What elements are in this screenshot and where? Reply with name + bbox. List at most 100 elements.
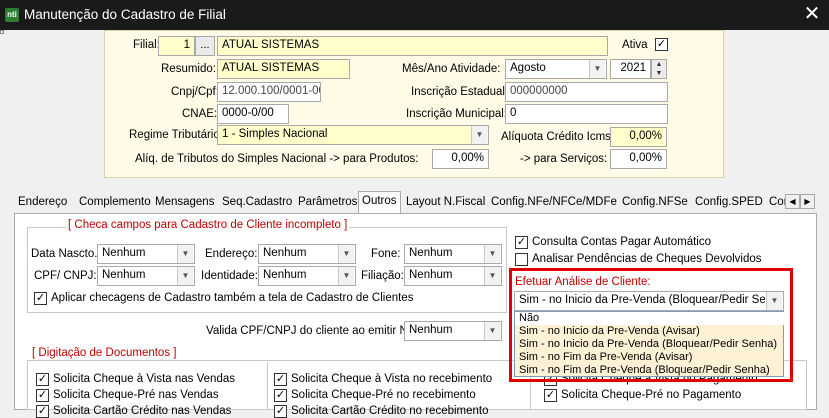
doc-option-label: Solicita Cartão Crédito nas Vendas [53, 405, 232, 417]
chevron-down-icon: ▼ [484, 267, 500, 285]
ativa-checkbox[interactable]: ✓ [655, 38, 668, 51]
doc-option-label: Solicita Cheque-Pré nas Vendas [53, 389, 219, 401]
close-icon[interactable]: ✕ [800, 3, 824, 27]
data-nascto-select[interactable]: Nenhum ▼ [97, 244, 195, 264]
aliquota-servicos-input[interactable]: 0,00% [610, 149, 667, 169]
doc-checkbox[interactable]: ✓ [36, 405, 49, 418]
filiacao-select[interactable]: Nenhum ▼ [404, 266, 502, 286]
data-nascto-value: Nenhum [102, 247, 146, 259]
spin-up-icon[interactable]: ▲ [652, 60, 666, 69]
doc-option-label: Solicita Cheque à Vista nas Vendas [53, 373, 235, 385]
ano-spinner[interactable]: ▲ ▼ [651, 59, 667, 79]
ativa-label: Ativa [622, 39, 648, 51]
tab-mensagens[interactable]: Mensagens [152, 193, 217, 213]
cnae-input[interactable]: 0000-0/00 [217, 104, 289, 124]
servicos-label: -> para Serviços: [520, 153, 608, 165]
digitacao-title: [ Digitação de Documentos ] [30, 347, 179, 359]
tab-outros[interactable]: Outros [358, 191, 401, 214]
tab-scroll-right-icon[interactable]: ▶ [800, 194, 815, 209]
analisar-pendencias-label: Analisar Pendências de Cheques Devolvido… [532, 253, 762, 265]
filial-code-input[interactable]: 1 [158, 36, 195, 56]
aliquota-tributos-label: Alíq. de Tributos do Simples Nacional ->… [135, 153, 419, 165]
inscricao-municipal-label: Inscrição Municipal: [406, 108, 507, 120]
filiacao-value: Nenhum [409, 269, 453, 281]
identidade-label: Identidade: [201, 270, 258, 282]
doc-checkbox[interactable]: ✓ [274, 389, 287, 402]
cnpj-label: Cnpj/Cpf: [171, 86, 219, 98]
aliquota-produtos-input[interactable]: 0,00% [432, 149, 489, 169]
doc-option-label: Solicita Cartão Crédito no recebimento [291, 405, 489, 417]
aplicar-checagens-checkbox[interactable]: ✓ [34, 292, 47, 305]
resumido-input[interactable]: ATUAL SISTEMAS [217, 59, 350, 79]
mes-ano-label: Mês/Ano Atividade: [402, 63, 501, 75]
digitacao-divider [267, 362, 268, 410]
filial-label: Filial: [133, 39, 160, 51]
aliquota-icms-label: Alíquota Crédito Icms: [501, 131, 615, 143]
mes-value: Agosto [510, 62, 546, 74]
fone-label: Fone: [371, 248, 401, 260]
regime-select[interactable]: 1 - Simples Nacional ▼ [217, 125, 489, 145]
tab-layout-nfiscal[interactable]: Layout N.Fiscal [403, 193, 488, 213]
doc-checkbox[interactable]: ✓ [544, 389, 557, 402]
tab-seq-cadastro[interactable]: Seq.Cadastro [219, 193, 295, 213]
endereco-label: Endereço: [205, 248, 258, 260]
identidade-select[interactable]: Nenhum ▼ [258, 266, 356, 286]
endereco-select[interactable]: Nenhum ▼ [258, 244, 356, 264]
doc-option-label: Solicita Cheque-Pré no recebimento [291, 389, 476, 401]
analisar-pendencias-checkbox[interactable] [515, 253, 528, 266]
valida-cpf-label: Valida CPF/CNPJ do cliente ao emitir NF: [206, 325, 418, 337]
chevron-down-icon: ▼ [177, 267, 193, 285]
mes-select[interactable]: Agosto ▼ [505, 59, 607, 79]
chevron-down-icon: ▼ [589, 60, 605, 78]
valida-cpf-select[interactable]: Nenhum ▼ [404, 321, 502, 341]
valida-cpf-value: Nenhum [409, 324, 453, 336]
regime-label: Regime Tributário: [129, 129, 223, 141]
tab-config-sped[interactable]: Config.SPED [692, 193, 766, 213]
system-menu-icon [0, 30, 4, 34]
checa-campos-title: [ Checa campos para Cadastro de Cliente … [66, 219, 350, 231]
cpf-cnpj-select[interactable]: Nenhum ▼ [97, 266, 195, 286]
title-bar: nti Manutenção do Cadastro de Filial ✕ [0, 0, 829, 30]
chevron-down-icon: ▼ [177, 245, 193, 263]
cnpj-input[interactable]: 12.000.100/0001-00 [217, 82, 321, 102]
consulta-contas-checkbox[interactable]: ✓ [515, 236, 528, 249]
tab-config-nfse[interactable]: Config.NFSe [619, 193, 691, 213]
tab-complemento[interactable]: Complemento [76, 193, 154, 213]
tab-scroll-left-icon[interactable]: ◀ [785, 194, 800, 209]
spin-down-icon[interactable]: ▼ [652, 69, 666, 78]
cpf-cnpj-label: CPF/ CNPJ: [34, 270, 97, 282]
regime-value: 1 - Simples Nacional [222, 128, 328, 140]
ano-input[interactable]: 2021 [610, 59, 651, 79]
filial-name-input[interactable]: ATUAL SISTEMAS [217, 36, 608, 56]
tab-config-nfe[interactable]: Config.NFe/NFCe/MDFe [488, 193, 620, 213]
chevron-down-icon: ▼ [338, 267, 354, 285]
tab-endereco[interactable]: Endereço [15, 193, 70, 213]
inscricao-estadual-input[interactable]: 000000000 [505, 82, 668, 102]
doc-option-label: Solicita Cheque à Vista no recebimento [291, 373, 493, 385]
doc-checkbox[interactable]: ✓ [36, 389, 49, 402]
data-nascto-label: Data Nascto. [31, 248, 98, 260]
cpf-cnpj-value: Nenhum [102, 269, 146, 281]
resumido-label: Resumido: [161, 63, 216, 75]
endereco-value: Nenhum [263, 247, 307, 259]
chevron-down-icon: ▼ [338, 245, 354, 263]
doc-checkbox[interactable]: ✓ [274, 373, 287, 386]
chevron-down-icon: ▼ [484, 245, 500, 263]
doc-option-label: Solicita Cheque-Pré no Pagamento [561, 389, 742, 401]
filial-lookup-button[interactable]: ... [195, 36, 215, 56]
aliquota-icms-input[interactable]: 0,00% [610, 127, 667, 147]
inscricao-estadual-label: Inscrição Estadual: [411, 86, 509, 98]
doc-checkbox[interactable]: ✓ [274, 405, 287, 418]
doc-checkbox[interactable]: ✓ [36, 373, 49, 386]
consulta-contas-label: Consulta Contas Pagar Automático [532, 236, 711, 248]
identidade-value: Nenhum [263, 269, 307, 281]
fone-select[interactable]: Nenhum ▼ [404, 244, 502, 264]
chevron-down-icon: ▼ [484, 322, 500, 340]
fone-value: Nenhum [409, 247, 453, 259]
inscricao-municipal-input[interactable]: 0 [505, 104, 668, 124]
aplicar-checagens-label: Aplicar checagens de Cadastro também a t… [51, 292, 414, 304]
tab-parametros[interactable]: Parâmetros [295, 193, 360, 213]
filiacao-label: Filiação: [361, 270, 404, 282]
highlight-box [509, 268, 793, 382]
tab-strip: Endereço Complemento Mensagens Seq.Cadas… [14, 191, 817, 214]
